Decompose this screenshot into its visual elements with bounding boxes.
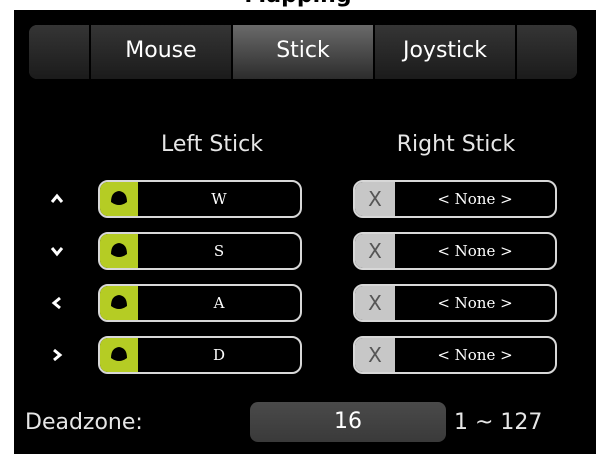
key-label: A xyxy=(213,294,225,312)
right-stick-down-field[interactable]: X < None > xyxy=(353,232,557,270)
right-stick-heading: Right Stick xyxy=(396,132,516,157)
mapping-value: < None > xyxy=(437,242,513,260)
tab-stick[interactable]: Stick xyxy=(233,25,375,79)
tab-joystick[interactable]: Joystick xyxy=(375,25,517,79)
keyboard-key-icon[interactable] xyxy=(100,338,138,372)
left-stick-down-field[interactable]: S xyxy=(98,232,302,270)
right-stick-left-field[interactable]: X < None > xyxy=(353,284,557,322)
tab-mouse[interactable]: Mouse xyxy=(91,25,233,79)
mapping-value: < None > xyxy=(437,346,513,364)
clear-button[interactable]: X xyxy=(355,182,395,216)
deadzone-range: 1 ~ 127 xyxy=(454,410,543,435)
key-label: W xyxy=(211,190,227,208)
tab-bar: Mouse Stick Joystick xyxy=(29,25,577,79)
clear-button[interactable]: X xyxy=(355,286,395,320)
deadzone-label: Deadzone: xyxy=(25,410,143,435)
mapping-value: < None > xyxy=(437,294,513,312)
keyboard-key-icon[interactable] xyxy=(100,234,138,268)
left-stick-up-field[interactable]: W xyxy=(98,180,302,218)
tab-spacer-left xyxy=(29,25,91,79)
chevron-down-icon xyxy=(50,244,64,258)
chevron-left-icon xyxy=(50,296,64,310)
clear-button[interactable]: X xyxy=(355,234,395,268)
mapping-panel: Mouse Stick Joystick Left Stick Right St… xyxy=(14,10,596,454)
key-label: D xyxy=(212,346,226,364)
mapping-value: < None > xyxy=(437,190,513,208)
left-stick-right-field[interactable]: D xyxy=(98,336,302,374)
left-stick-left-field[interactable]: A xyxy=(98,284,302,322)
key-label: S xyxy=(213,242,225,260)
clear-button[interactable]: X xyxy=(355,338,395,372)
page-title: Mapping xyxy=(0,0,596,8)
tab-spacer-right xyxy=(517,25,577,79)
keyboard-key-icon[interactable] xyxy=(100,182,138,216)
keyboard-key-icon[interactable] xyxy=(100,286,138,320)
deadzone-input[interactable]: 16 xyxy=(250,402,446,442)
right-stick-up-field[interactable]: X < None > xyxy=(353,180,557,218)
left-stick-heading: Left Stick xyxy=(161,132,263,157)
right-stick-right-field[interactable]: X < None > xyxy=(353,336,557,374)
chevron-up-icon xyxy=(50,192,64,206)
chevron-right-icon xyxy=(50,348,64,362)
